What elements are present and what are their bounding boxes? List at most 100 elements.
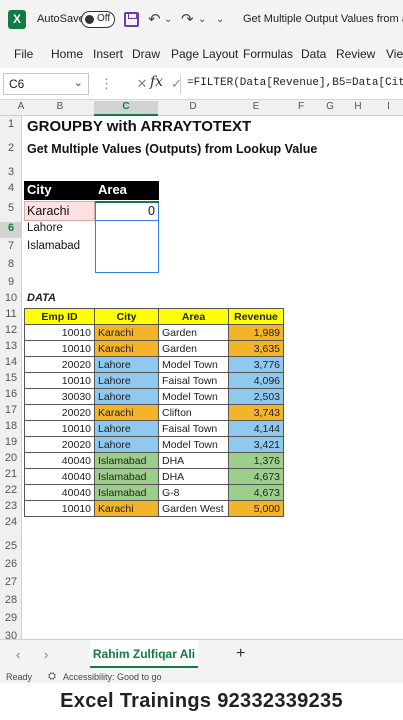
cell-area[interactable]: Garden [158, 340, 229, 357]
row-header-7[interactable]: 7 [0, 240, 22, 256]
row-header-3[interactable]: 3 [0, 166, 22, 182]
cell-emp-id[interactable]: 10010 [24, 340, 95, 357]
row-header-6[interactable]: 6 [0, 222, 22, 238]
sheet-subtitle[interactable]: Get Multiple Values (Outputs) from Looku… [27, 142, 317, 156]
row-header-26[interactable]: 26 [0, 558, 22, 574]
row-header-19[interactable]: 19 [0, 436, 22, 452]
row-header-29[interactable]: 29 [0, 612, 22, 628]
row-header-14[interactable]: 14 [0, 356, 22, 372]
column-header-g[interactable]: G [318, 101, 342, 112]
column-header-d[interactable]: D [158, 101, 228, 112]
cell-city[interactable]: Karachi [94, 340, 159, 357]
tab-home[interactable]: Home [51, 47, 83, 61]
cell-area[interactable]: DHA [158, 468, 229, 485]
row-header-8[interactable]: 8 [0, 258, 22, 274]
cell-area[interactable]: Faisal Town [158, 372, 229, 389]
cell-area[interactable]: DHA [158, 452, 229, 469]
cell-emp-id[interactable]: 20020 [24, 404, 95, 421]
cell-revenue[interactable]: 3,635 [228, 340, 284, 357]
redo-icon[interactable]: ↷ [181, 10, 194, 30]
cell-area[interactable]: Clifton [158, 404, 229, 421]
row-header-16[interactable]: 16 [0, 388, 22, 404]
column-header-c[interactable]: C [94, 101, 158, 116]
name-box[interactable]: C6 ⌄ [3, 73, 89, 95]
cell-emp-id[interactable]: 10010 [24, 500, 95, 517]
cell-emp-id[interactable]: 40040 [24, 468, 95, 485]
sheet-title[interactable]: GROUPBY with ARRAYTOTEXT [27, 118, 251, 135]
lookup-city-karachi[interactable]: Karachi [27, 204, 69, 218]
add-sheet-button[interactable]: + [236, 645, 245, 663]
cell-area[interactable]: Garden [158, 324, 229, 341]
cell-city[interactable]: Lahore [94, 420, 159, 437]
autosave-toggle[interactable]: Off [81, 11, 115, 28]
next-sheet-icon[interactable]: › [44, 647, 48, 662]
row-header-20[interactable]: 20 [0, 452, 22, 468]
row-header-12[interactable]: 12 [0, 324, 22, 340]
column-header-f[interactable]: F [284, 101, 318, 112]
cell-revenue[interactable]: 3,776 [228, 356, 284, 373]
cell-emp-id[interactable]: 20020 [24, 356, 95, 373]
cell-city[interactable]: Islamabad [94, 452, 159, 469]
cell-emp-id[interactable]: 10010 [24, 372, 95, 389]
cell-emp-id[interactable]: 40040 [24, 452, 95, 469]
cell-city[interactable]: Lahore [94, 388, 159, 405]
row-header-9[interactable]: 9 [0, 276, 22, 292]
cell-revenue[interactable]: 3,743 [228, 404, 284, 421]
column-header-e[interactable]: E [228, 101, 284, 112]
tab-view[interactable]: View [386, 47, 403, 61]
cell-area[interactable]: Model Town [158, 388, 229, 405]
customize-toolbar-icon[interactable]: ⌄ [216, 10, 224, 30]
row-header-28[interactable]: 28 [0, 594, 22, 610]
cell-city[interactable]: Lahore [94, 436, 159, 453]
row-header-27[interactable]: 27 [0, 576, 22, 592]
save-icon[interactable] [124, 12, 139, 27]
row-header-11[interactable]: 11 [0, 308, 22, 324]
cell-area[interactable]: G-8 [158, 484, 229, 501]
row-header-5[interactable]: 5 [0, 202, 22, 218]
cell-city[interactable]: Karachi [94, 404, 159, 421]
tab-data[interactable]: Data [301, 47, 326, 61]
lookup-header-area[interactable]: Area [95, 181, 159, 200]
cell-city[interactable]: Lahore [94, 356, 159, 373]
redo-dropdown-icon[interactable]: ⌄ [198, 10, 206, 30]
row-header-24[interactable]: 24 [0, 516, 22, 532]
cell-city[interactable]: Karachi [94, 324, 159, 341]
column-header-a[interactable]: A [16, 101, 26, 112]
cell-revenue[interactable]: 1,376 [228, 452, 284, 469]
cell-city[interactable]: Islamabad [94, 484, 159, 501]
prev-sheet-icon[interactable]: ‹ [16, 647, 20, 662]
row-header-2[interactable]: 2 [0, 142, 22, 158]
row-header-1[interactable]: 1 [0, 118, 22, 134]
cell-city[interactable]: Karachi [94, 500, 159, 517]
cell-revenue[interactable]: 4,673 [228, 468, 284, 485]
data-label[interactable]: DATA [27, 292, 56, 304]
row-header-22[interactable]: 22 [0, 484, 22, 500]
row-header-4[interactable]: 4 [0, 182, 22, 198]
sheet-tab-active[interactable]: Rahim Zulfiqar Ali [90, 640, 198, 668]
column-header-i[interactable]: I [374, 101, 403, 112]
row-header-13[interactable]: 13 [0, 340, 22, 356]
lookup-city-lahore[interactable]: Lahore [27, 222, 63, 234]
cell-revenue[interactable]: 3,421 [228, 436, 284, 453]
header-area[interactable]: Area [158, 308, 229, 325]
cell-revenue[interactable]: 4,096 [228, 372, 284, 389]
cell-revenue[interactable]: 4,673 [228, 484, 284, 501]
cell-revenue[interactable]: 4,144 [228, 420, 284, 437]
undo-icon[interactable]: ↶ [148, 10, 161, 30]
row-header-17[interactable]: 17 [0, 404, 22, 420]
lookup-city-islamabad[interactable]: Islamabad [27, 240, 80, 252]
cell-area[interactable]: Garden West [158, 500, 229, 517]
cell-area[interactable]: Faisal Town [158, 420, 229, 437]
lookup-header-city[interactable]: City [24, 181, 95, 200]
tab-insert[interactable]: Insert [93, 47, 123, 61]
cell-emp-id[interactable]: 40040 [24, 484, 95, 501]
cell-emp-id[interactable]: 20020 [24, 436, 95, 453]
row-header-21[interactable]: 21 [0, 468, 22, 484]
cell-city[interactable]: Lahore [94, 372, 159, 389]
cell-city[interactable]: Islamabad [94, 468, 159, 485]
header-emp-id[interactable]: Emp ID [24, 308, 95, 325]
cell-area[interactable]: Model Town [158, 436, 229, 453]
row-header-18[interactable]: 18 [0, 420, 22, 436]
cell-area[interactable]: Model Town [158, 356, 229, 373]
accessibility-icon[interactable]: ⛭ [48, 671, 56, 682]
